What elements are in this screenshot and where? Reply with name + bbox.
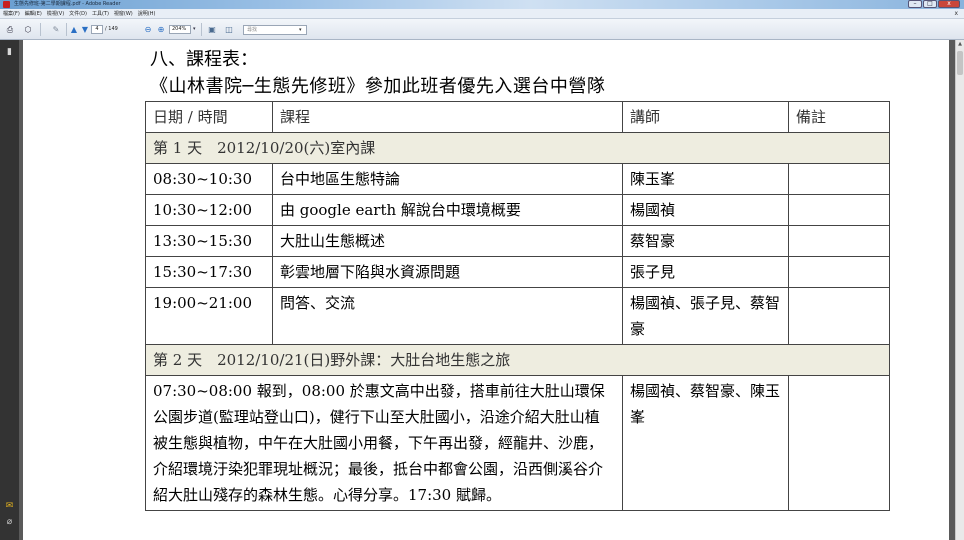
lecturer-cell: 張子見 [622,256,789,288]
toolbar-separator [40,23,41,36]
section-title: 八、課程表： [150,49,258,70]
header-lecturer: 講師 [622,101,789,133]
window-title: 生態先修班-第二學期課程.pdf - Adobe Reader [14,1,121,7]
table-row: 07:30~08:00 報到，08:00 於惠文高中出發，搭車前往大肚山環保公園… [145,375,890,511]
table-row: 08:30~10:30 台中地區生態特論 陳玉峯 [145,163,890,195]
next-page-icon[interactable]: ▼ [79,23,91,36]
day-label: 第 2 天 2012/10/21(日)野外課：大肚台地生態之旅 [145,344,890,376]
table-row: 13:30~15:30 大肚山生態概述 蔡智豪 [145,225,890,257]
window-titlebar: 生態先修班-第二學期課程.pdf - Adobe Reader – □ x [0,0,964,9]
note-cell [788,287,890,345]
close-button[interactable]: x [938,0,960,8]
vertical-scrollbar[interactable]: ▲ [955,40,964,540]
lecturer-cell: 楊國禎、張子見、蔡智豪 [622,287,789,345]
menu-view[interactable]: 檢視(V) [47,9,64,19]
attachments-icon[interactable]: ⌀ [5,518,14,527]
toolbar: ⎙ ⬡ ✎ ▲ ▼ 4 / 149 ⊖ ⊕ 204% ▾ ▣ ◫ 尋找 ▾ [0,19,964,40]
scroll-up-icon[interactable]: ▲ [956,40,964,49]
zoom-out-icon[interactable]: ⊖ [142,23,154,36]
comments-icon[interactable]: ✉ [5,502,14,511]
toolbar-separator [201,23,202,36]
note-cell [788,194,890,226]
fit-page-icon[interactable]: ▣ [206,23,218,36]
header-course: 課程 [272,101,623,133]
document-viewer[interactable]: 八、課程表： 《山林書院─生態先修班》參加此班者優先入選台中營隊 日期 / 時間… [19,40,955,540]
window-controls: – □ x [908,0,960,8]
day-label: 第 1 天 2012/10/20(六)室內課 [145,132,890,164]
find-dropdown-icon[interactable]: ▾ [299,25,302,35]
comment-tool-icon[interactable]: ✎ [50,23,62,36]
fit-width-icon[interactable]: ◫ [223,23,235,36]
zoom-dropdown-icon[interactable]: ▾ [193,23,196,36]
table-row: 15:30~17:30 彰雲地層下陷與水資源問題 張子見 [145,256,890,288]
find-input[interactable]: 尋找 [243,25,307,35]
header-date-time: 日期 / 時間 [145,101,273,133]
lecturer-cell: 陳玉峯 [622,163,789,195]
note-cell [788,225,890,257]
day-row: 第 1 天 2012/10/20(六)室內課 [145,132,890,164]
toolbar-separator [66,23,67,36]
navigation-pane: ▮ ✉ ⌀ [0,40,19,540]
course-cell: 由 google earth 解說台中環境概要 [272,194,623,226]
scrollbar-thumb[interactable] [957,51,963,75]
time-cell: 08:30~10:30 [145,163,273,195]
time-cell: 15:30~17:30 [145,256,273,288]
course-cell: 問答、交流 [272,287,623,345]
table-row: 19:00~21:00 問答、交流 楊國禎、張子見、蔡智豪 [145,287,890,345]
course-cell: 彰雲地層下陷與水資源問題 [272,256,623,288]
menu-file[interactable]: 檔案(F) [3,9,20,19]
lecturer-cell: 蔡智豪 [622,225,789,257]
course-cell: 台中地區生態特論 [272,163,623,195]
print-icon[interactable]: ⎙ [4,23,16,36]
course-cell: 大肚山生態概述 [272,225,623,257]
header-note: 備註 [788,101,890,133]
close-document-icon[interactable]: x [954,10,958,18]
time-cell: 13:30~15:30 [145,225,273,257]
course-title: 《山林書院─生態先修班》參加此班者優先入選台中營隊 [150,76,606,97]
page-number-input[interactable]: 4 [91,25,103,34]
page-thumbnails-icon[interactable]: ▮ [5,48,14,57]
minimize-button[interactable]: – [908,0,922,8]
menu-help[interactable]: 說明(H) [138,9,156,19]
menu-window[interactable]: 視窗(W) [114,9,133,19]
note-cell [788,256,890,288]
menu-edit[interactable]: 編輯(E) [25,9,42,19]
maximize-button[interactable]: □ [923,0,937,8]
zoom-level-field[interactable]: 204% [169,25,191,34]
pdf-page: 八、課程表： 《山林書院─生態先修班》參加此班者優先入選台中營隊 日期 / 時間… [23,40,949,540]
share-icon[interactable]: ⬡ [22,23,34,36]
table-row: 10:30~12:00 由 google earth 解說台中環境概要 楊國禎 [145,194,890,226]
note-cell [788,375,890,511]
lecturer-cell: 楊國禎 [622,194,789,226]
field-trip-description: 07:30~08:00 報到，08:00 於惠文高中出發，搭車前往大肚山環保公園… [145,375,623,511]
time-cell: 19:00~21:00 [145,287,273,345]
page-total: / 149 [105,26,118,32]
time-cell: 10:30~12:00 [145,194,273,226]
table-header-row: 日期 / 時間 課程 講師 備註 [145,101,890,133]
note-cell [788,163,890,195]
zoom-in-icon[interactable]: ⊕ [155,23,167,36]
menu-tools[interactable]: 工具(T) [92,9,109,19]
day-row: 第 2 天 2012/10/21(日)野外課：大肚台地生態之旅 [145,344,890,376]
menu-bar: 檔案(F) 編輯(E) 檢視(V) 文件(D) 工具(T) 視窗(W) 說明(H… [0,9,964,19]
adobe-reader-icon [3,1,10,8]
lecturer-cell: 楊國禎、蔡智豪、陳玉峯 [622,375,789,511]
menu-document[interactable]: 文件(D) [69,9,87,19]
schedule-table: 日期 / 時間 課程 講師 備註 第 1 天 2012/10/20(六)室內課 … [145,101,890,511]
